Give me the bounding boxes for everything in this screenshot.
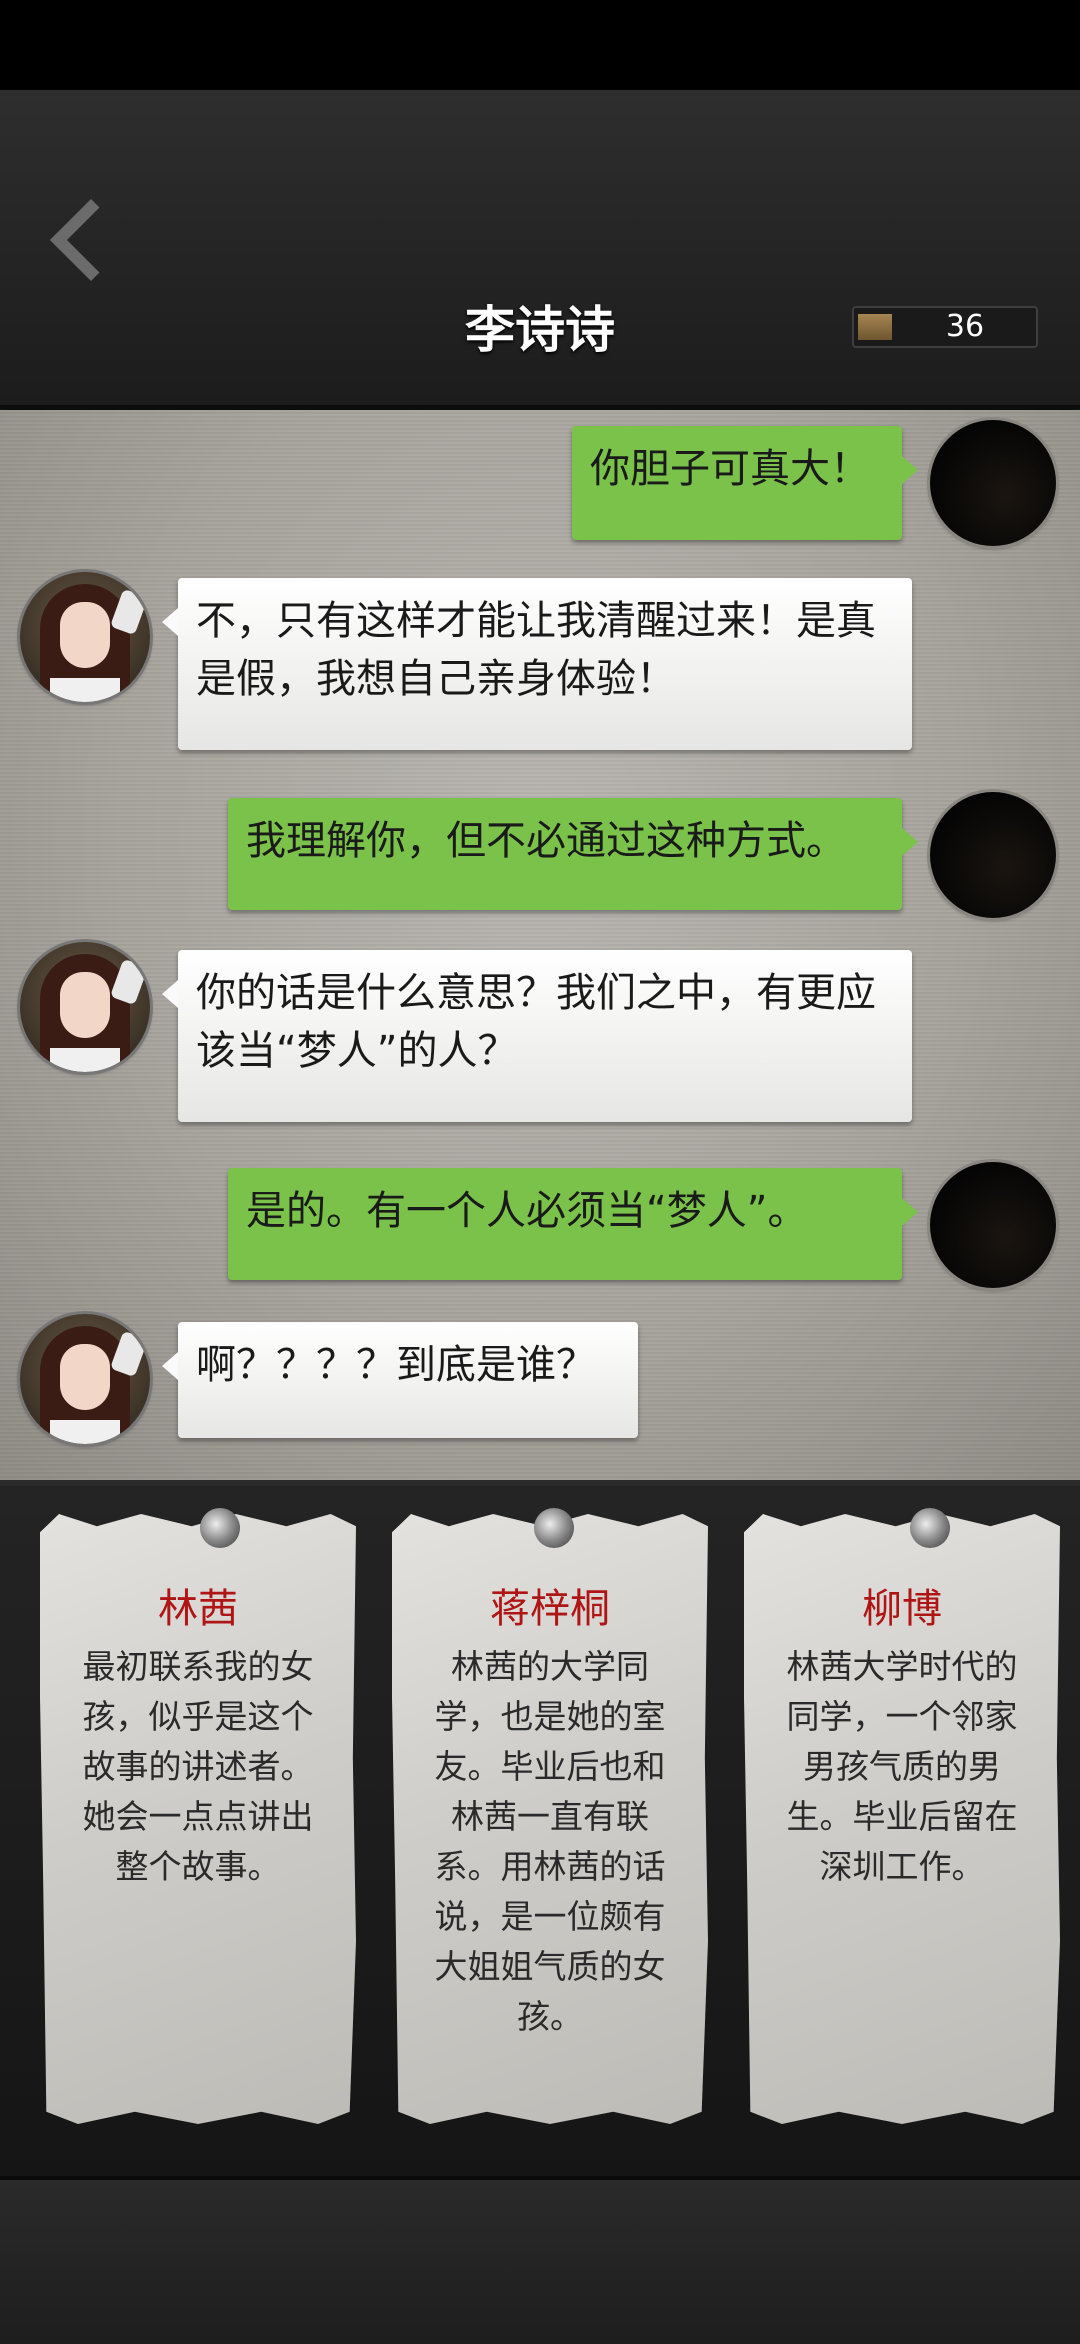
bottom-bar: [0, 2176, 1080, 2344]
character-card[interactable]: 蒋梓桐 林茜的大学同学，也是她的室友。毕业后也和林茜一直有联系。用林茜的话说，是…: [392, 1514, 708, 2124]
chat-message-incoming: 啊？？？？到底是谁？: [162, 1322, 638, 1438]
character-card[interactable]: 柳博 林茜大学时代的同学，一个邻家男孩气质的男生。毕业后留在深圳工作。: [744, 1514, 1060, 2124]
character-name: 林茜: [158, 1586, 238, 1632]
character-name: 蒋梓桐: [490, 1586, 610, 1632]
chat-message-incoming: 你的话是什么意思？我们之中，有更应该当“梦人”的人？: [162, 950, 912, 1122]
counter-bar-icon: [858, 314, 892, 340]
player-avatar: [930, 1162, 1056, 1288]
pushpin-icon: [910, 1508, 950, 1548]
pushpin-icon: [200, 1508, 240, 1548]
chat-message-outgoing: 我理解你，但不必通过这种方式。: [228, 798, 918, 910]
back-button[interactable]: [40, 190, 133, 290]
chat-area[interactable]: 你胆子可真大！ 不，只有这样才能让我清醒过来！是真是假，我想自己亲身体验！ 我理…: [0, 410, 1080, 1486]
chat-message-outgoing: 你胆子可真大！: [572, 426, 918, 540]
status-bar: [0, 0, 1080, 90]
contact-avatar: [20, 1314, 150, 1444]
player-avatar: [930, 792, 1056, 918]
character-card[interactable]: 林茜 最初联系我的女孩，似乎是这个故事的讲述者。她会一点点讲出整个故事。: [40, 1514, 356, 2124]
character-description: 林茜大学时代的同学，一个邻家男孩气质的男生。毕业后留在深圳工作。: [786, 1647, 1018, 1886]
progress-counter: 36: [852, 306, 1038, 348]
character-description: 林茜的大学同学，也是她的室友。毕业后也和林茜一直有联系。用林茜的话说，是一位颇有…: [434, 1647, 666, 2036]
counter-value: 36: [945, 309, 985, 344]
contact-avatar: [20, 572, 150, 702]
character-description: 最初联系我的女孩，似乎是这个故事的讲述者。她会一点点讲出整个故事。: [82, 1647, 314, 1886]
chevron-left-icon: [49, 198, 133, 282]
pushpin-icon: [534, 1508, 574, 1548]
contact-avatar: [20, 942, 150, 1072]
character-name: 柳博: [862, 1586, 942, 1632]
player-avatar: [930, 420, 1056, 546]
chat-message-outgoing: 是的。有一个人必须当“梦人”。: [228, 1168, 918, 1280]
chat-message-incoming: 不，只有这样才能让我清醒过来！是真是假，我想自己亲身体验！: [162, 578, 912, 750]
